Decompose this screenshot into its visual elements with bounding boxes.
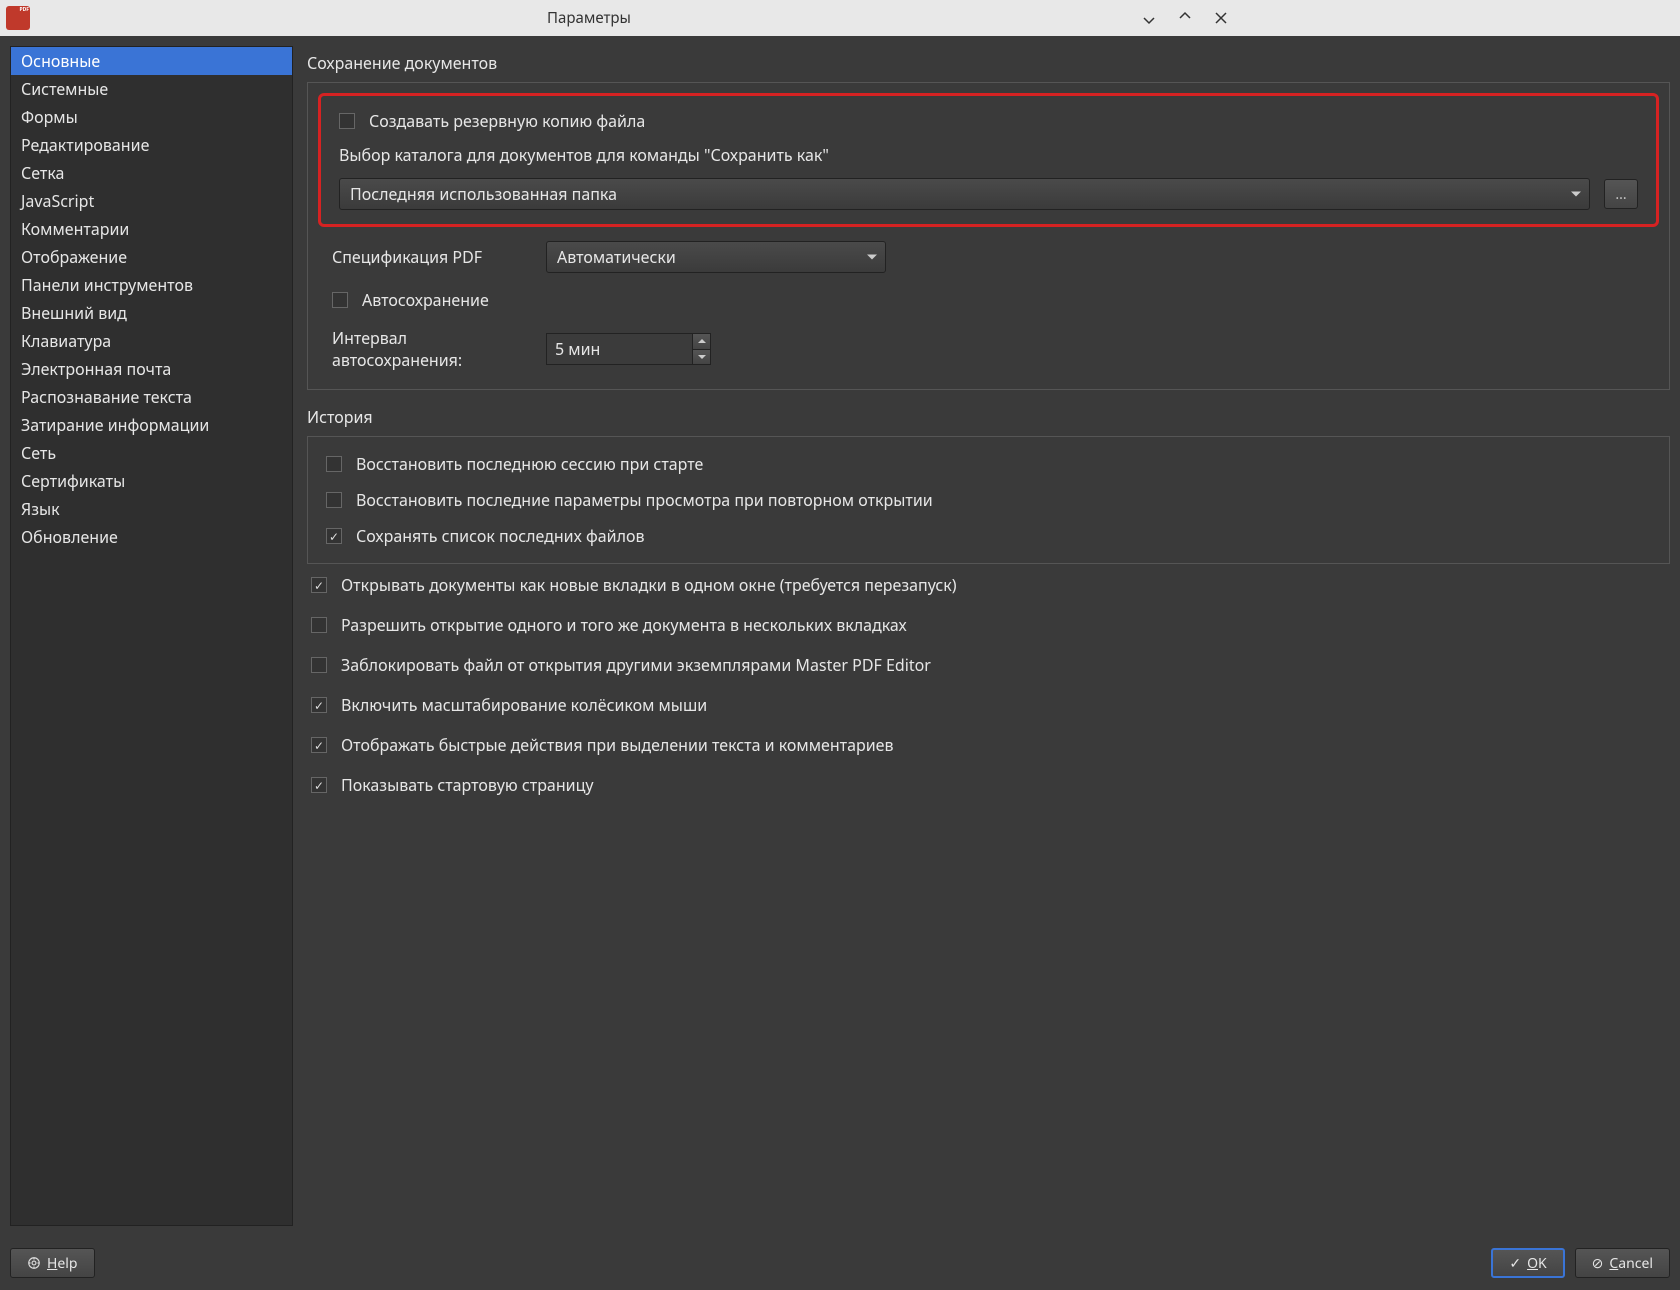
quick-actions-checkbox[interactable] — [311, 737, 327, 753]
sidebar-item[interactable]: Затирание информации — [11, 411, 292, 439]
sidebar-item[interactable]: Формы — [11, 103, 292, 131]
keep-recent-checkbox[interactable] — [326, 528, 342, 544]
restore-session-checkbox[interactable] — [326, 456, 342, 472]
start-page-label: Показывать стартовую страницу — [341, 774, 594, 796]
backup-checkbox[interactable] — [339, 113, 355, 129]
check-icon: ✓ — [1509, 1254, 1521, 1273]
saving-group: Создавать резервную копию файла Выбор ка… — [307, 82, 1670, 390]
sidebar-item[interactable]: Сетка — [11, 159, 292, 187]
start-page-checkbox[interactable] — [311, 777, 327, 793]
sidebar-item[interactable]: Клавиатура — [11, 327, 292, 355]
allow-multi-tab-checkbox[interactable] — [311, 617, 327, 633]
sidebar-item[interactable]: Отображение — [11, 243, 292, 271]
autosave-checkbox[interactable] — [332, 292, 348, 308]
restore-view-label: Восстановить последние параметры просмот… — [356, 489, 933, 511]
sidebar-item[interactable]: Обновление — [11, 523, 292, 551]
section-saving-title: Сохранение документов — [307, 52, 1670, 74]
minimize-icon[interactable] — [1140, 9, 1158, 27]
sidebar-item[interactable]: Язык — [11, 495, 292, 523]
browse-button[interactable]: ... — [1604, 179, 1638, 209]
lock-file-checkbox[interactable] — [311, 657, 327, 673]
pdf-spec-combo[interactable]: Автоматически — [546, 241, 886, 273]
wheel-zoom-checkbox[interactable] — [311, 697, 327, 713]
spinner-up-icon[interactable] — [693, 334, 710, 350]
save-as-dir-combo[interactable]: Последняя использованная папка — [339, 178, 1590, 210]
sidebar-item[interactable]: Комментарии — [11, 215, 292, 243]
pdf-spec-label: Спецификация PDF — [332, 246, 532, 268]
tabs-one-window-label: Открывать документы как новые вкладки в … — [341, 574, 957, 596]
window-title: Параметры — [38, 8, 1140, 28]
sidebar-item[interactable]: Панели инструментов — [11, 271, 292, 299]
sidebar-item[interactable]: JavaScript — [11, 187, 292, 215]
autosave-interval-label: Интервал автосохранения: — [332, 327, 532, 371]
maximize-icon[interactable] — [1176, 9, 1194, 27]
tabs-one-window-checkbox[interactable] — [311, 577, 327, 593]
wheel-zoom-label: Включить масштабирование колёсиком мыши — [341, 694, 707, 716]
section-history-title: История — [307, 406, 1670, 428]
autosave-label: Автосохранение — [362, 289, 489, 311]
restore-session-label: Восстановить последнюю сессию при старте — [356, 453, 703, 475]
save-as-dir-label: Выбор каталога для документов для команд… — [339, 144, 1638, 166]
sidebar-item[interactable]: Электронная почта — [11, 355, 292, 383]
cancel-button[interactable]: ⊘ Cancel — [1575, 1248, 1670, 1278]
ok-button[interactable]: ✓ OK — [1491, 1248, 1564, 1278]
quick-actions-label: Отображать быстрые действия при выделени… — [341, 734, 893, 756]
highlight-box: Создавать резервную копию файла Выбор ка… — [318, 93, 1659, 227]
close-icon[interactable] — [1212, 9, 1230, 27]
help-button[interactable]: Help — [10, 1248, 95, 1278]
chevron-down-icon — [867, 255, 877, 260]
restore-view-checkbox[interactable] — [326, 492, 342, 508]
allow-multi-tab-label: Разрешить открытие одного и того же доку… — [341, 614, 907, 636]
lock-file-label: Заблокировать файл от открытия другими э… — [341, 654, 931, 676]
sidebar-item[interactable]: Основные — [11, 47, 292, 75]
app-icon — [6, 6, 30, 30]
sidebar-item[interactable]: Сеть — [11, 439, 292, 467]
help-icon — [27, 1256, 41, 1270]
sidebar-item[interactable]: Редактирование — [11, 131, 292, 159]
autosave-interval-value: 5 мин — [555, 338, 600, 360]
autosave-interval-spinner[interactable]: 5 мин — [546, 333, 711, 365]
spinner-down-icon[interactable] — [693, 350, 710, 365]
keep-recent-label: Сохранять список последних файлов — [356, 525, 645, 547]
backup-label: Создавать резервную копию файла — [369, 110, 645, 132]
sidebar-item[interactable]: Распознавание текста — [11, 383, 292, 411]
save-as-dir-value: Последняя использованная папка — [350, 183, 617, 205]
help-button-rest: elp — [57, 1254, 77, 1273]
chevron-down-icon — [1571, 192, 1581, 197]
titlebar: Параметры — [0, 0, 1240, 36]
cancel-icon: ⊘ — [1592, 1254, 1604, 1273]
pdf-spec-value: Автоматически — [557, 246, 676, 268]
settings-pane: Сохранение документов Создавать резервну… — [307, 46, 1670, 1226]
settings-sidebar: ОсновныеСистемныеФормыРедактированиеСетк… — [10, 46, 293, 1226]
sidebar-item[interactable]: Системные — [11, 75, 292, 103]
dialog-footer: Help ✓ OK ⊘ Cancel — [0, 1236, 1680, 1290]
history-group: Восстановить последнюю сессию при старте… — [307, 436, 1670, 564]
sidebar-item[interactable]: Сертификаты — [11, 467, 292, 495]
sidebar-item[interactable]: Внешний вид — [11, 299, 292, 327]
